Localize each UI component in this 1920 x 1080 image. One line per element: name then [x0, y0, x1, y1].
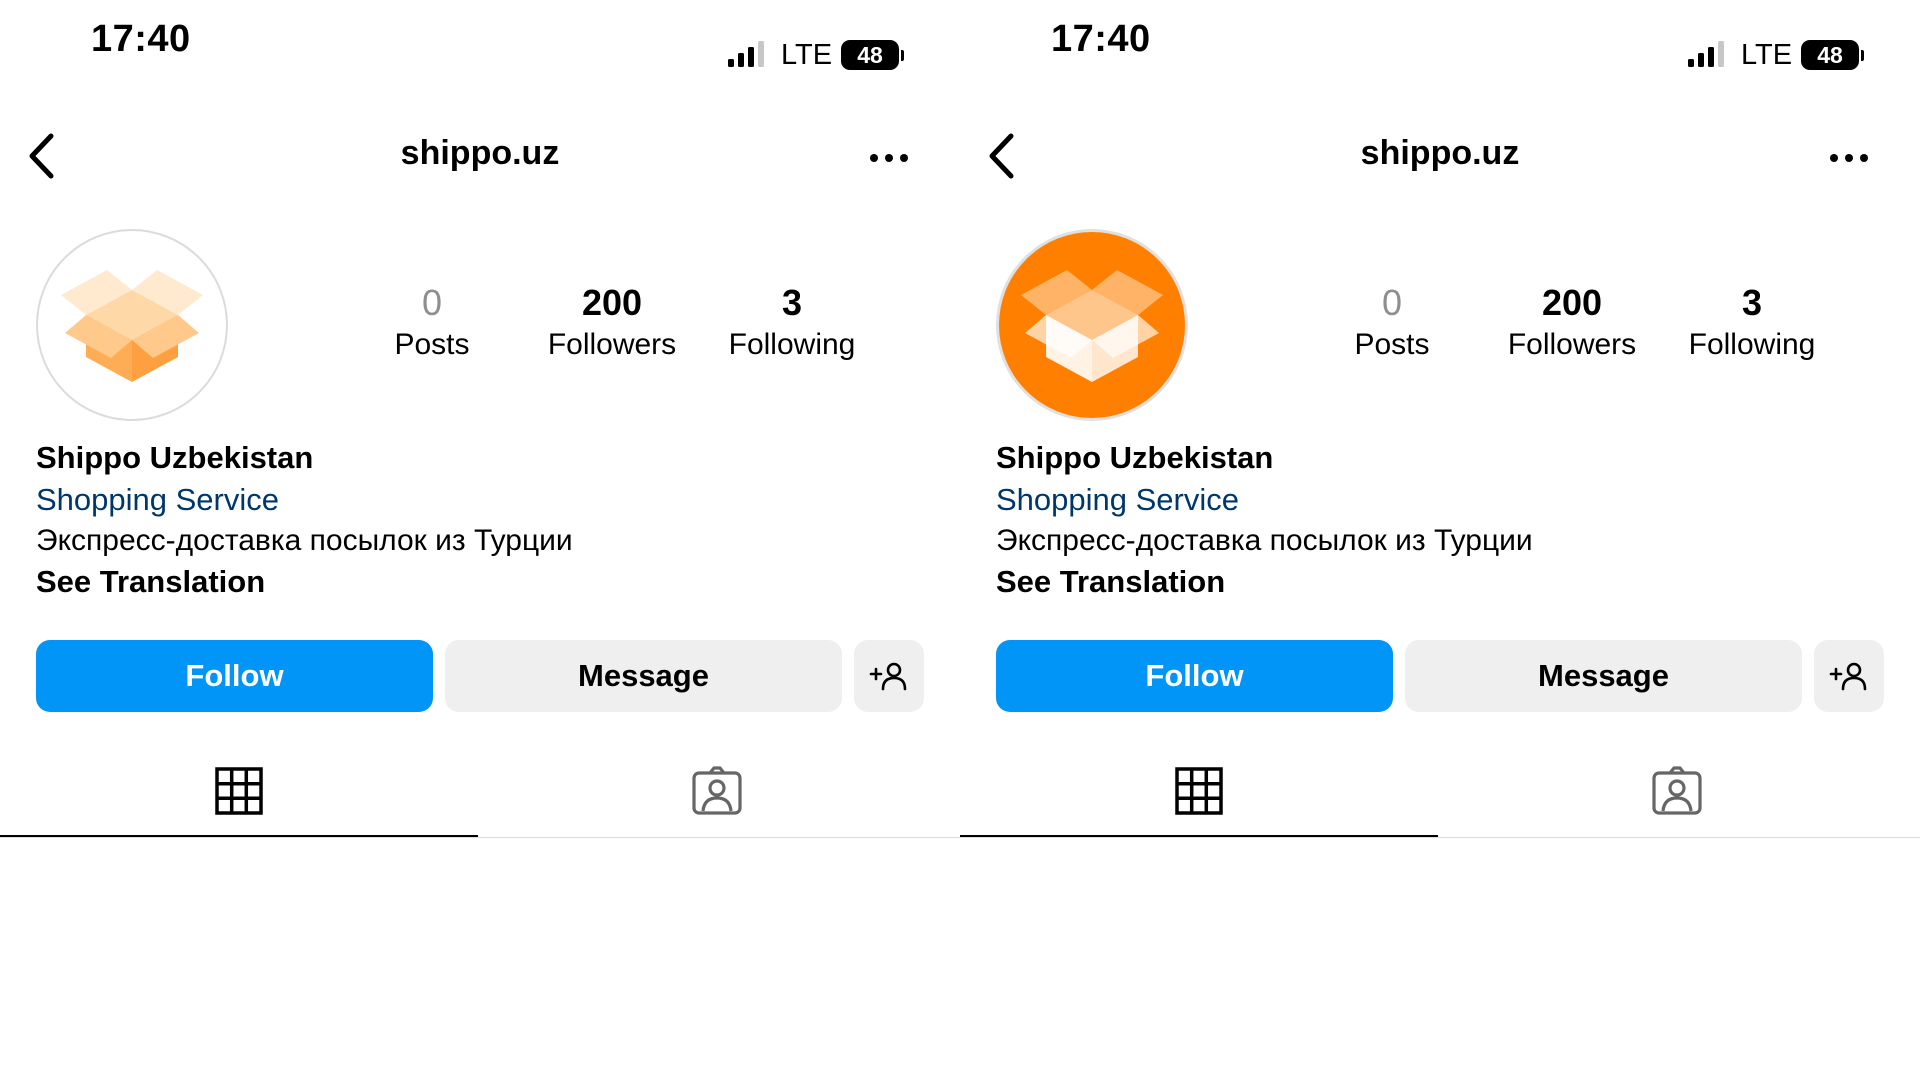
following-stat[interactable]: 3 Following	[1662, 283, 1842, 367]
followers-label: Followers	[547, 328, 677, 361]
signal-icon	[1688, 41, 1724, 67]
profile-username: shippo.uz	[1360, 134, 1520, 172]
profile-username: shippo.uz	[400, 134, 560, 172]
tab-tagged[interactable]	[478, 745, 956, 837]
box-logo-icon	[1021, 270, 1163, 382]
tabs-divider	[960, 837, 1920, 838]
following-count: 3	[781, 282, 803, 323]
add-person-icon	[869, 662, 907, 691]
network-type: LTE	[1741, 38, 1793, 71]
profile-tabs	[960, 745, 1920, 839]
profile-tabs	[0, 745, 960, 839]
following-label: Following	[728, 328, 856, 361]
following-label: Following	[1688, 328, 1816, 361]
status-indicators: LTE 48	[728, 38, 905, 72]
status-time: 17:40	[1051, 18, 1151, 60]
ellipsis-horizontal-icon	[1830, 154, 1868, 162]
follow-button[interactable]: Follow	[36, 640, 433, 712]
profile-bio: Shippo Uzbekistan Shopping Service Экспр…	[996, 437, 1896, 603]
see-translation-link[interactable]: See Translation	[36, 561, 936, 603]
battery-tip	[901, 49, 905, 61]
profile-actions: Follow Message	[36, 640, 924, 712]
status-time: 17:40	[91, 18, 191, 60]
screenshot-stage: 17:40 LTE 48 shippo.uz 0 Posts 200 Follo…	[0, 0, 1920, 1080]
follow-button[interactable]: Follow	[996, 640, 1393, 712]
grid-icon	[1175, 767, 1223, 815]
profile-avatar[interactable]	[996, 229, 1188, 421]
network-type: LTE	[781, 38, 833, 71]
followers-label: Followers	[1507, 328, 1637, 361]
following-count: 3	[1741, 282, 1763, 323]
followers-stat[interactable]: 200 Followers	[522, 283, 702, 367]
battery-level: 48	[841, 40, 900, 70]
suggested-accounts-button[interactable]	[854, 640, 924, 712]
message-button[interactable]: Message	[1405, 640, 1802, 712]
message-button[interactable]: Message	[445, 640, 842, 712]
grid-icon	[215, 767, 263, 815]
posts-label: Posts	[1354, 328, 1430, 361]
posts-count: 0	[421, 282, 443, 323]
signal-icon	[728, 41, 764, 67]
profile-avatar[interactable]	[36, 229, 228, 421]
bio-text: Экспресс-доставка посылок из Турции	[36, 524, 573, 557]
following-stat[interactable]: 3 Following	[702, 283, 882, 367]
followers-count: 200	[581, 282, 643, 323]
profile-bio: Shippo Uzbekistan Shopping Service Экспр…	[36, 437, 936, 603]
category-link[interactable]: Shopping Service	[996, 479, 1896, 521]
profile-actions: Follow Message	[996, 640, 1884, 712]
posts-stat[interactable]: 0 Posts	[342, 283, 522, 367]
tab-posts-grid[interactable]	[0, 745, 478, 837]
display-name: Shippo Uzbekistan	[996, 440, 1274, 475]
battery-icon: 48	[1801, 40, 1865, 70]
posts-stat[interactable]: 0 Posts	[1302, 283, 1482, 367]
battery-icon: 48	[841, 40, 905, 70]
category-link[interactable]: Shopping Service	[36, 479, 936, 521]
bio-text: Экспресс-доставка посылок из Турции	[996, 524, 1533, 557]
display-name: Shippo Uzbekistan	[36, 440, 314, 475]
suggested-accounts-button[interactable]	[1814, 640, 1884, 712]
see-translation-link[interactable]: See Translation	[996, 561, 1896, 603]
tab-posts-grid[interactable]	[960, 745, 1438, 837]
add-person-icon	[1829, 662, 1867, 691]
followers-stat[interactable]: 200 Followers	[1482, 283, 1662, 367]
ellipsis-horizontal-icon	[870, 154, 908, 162]
battery-level: 48	[1801, 40, 1860, 70]
profile-screen-right: 17:40 LTE 48 shippo.uz 0 Posts 200 Follo…	[960, 0, 1920, 1080]
more-options-button[interactable]	[1824, 140, 1874, 176]
tabs-divider	[0, 837, 960, 838]
profile-screen-left: 17:40 LTE 48 shippo.uz 0 Posts 200 Follo…	[0, 0, 960, 1080]
battery-tip	[1861, 49, 1865, 61]
more-options-button[interactable]	[864, 140, 914, 176]
posts-count: 0	[1381, 282, 1403, 323]
status-indicators: LTE 48	[1688, 38, 1865, 72]
tagged-person-icon	[1652, 766, 1702, 815]
tagged-person-icon	[692, 766, 742, 815]
posts-label: Posts	[394, 328, 470, 361]
box-logo-icon	[61, 270, 203, 382]
followers-count: 200	[1541, 282, 1603, 323]
tab-tagged[interactable]	[1438, 745, 1916, 837]
